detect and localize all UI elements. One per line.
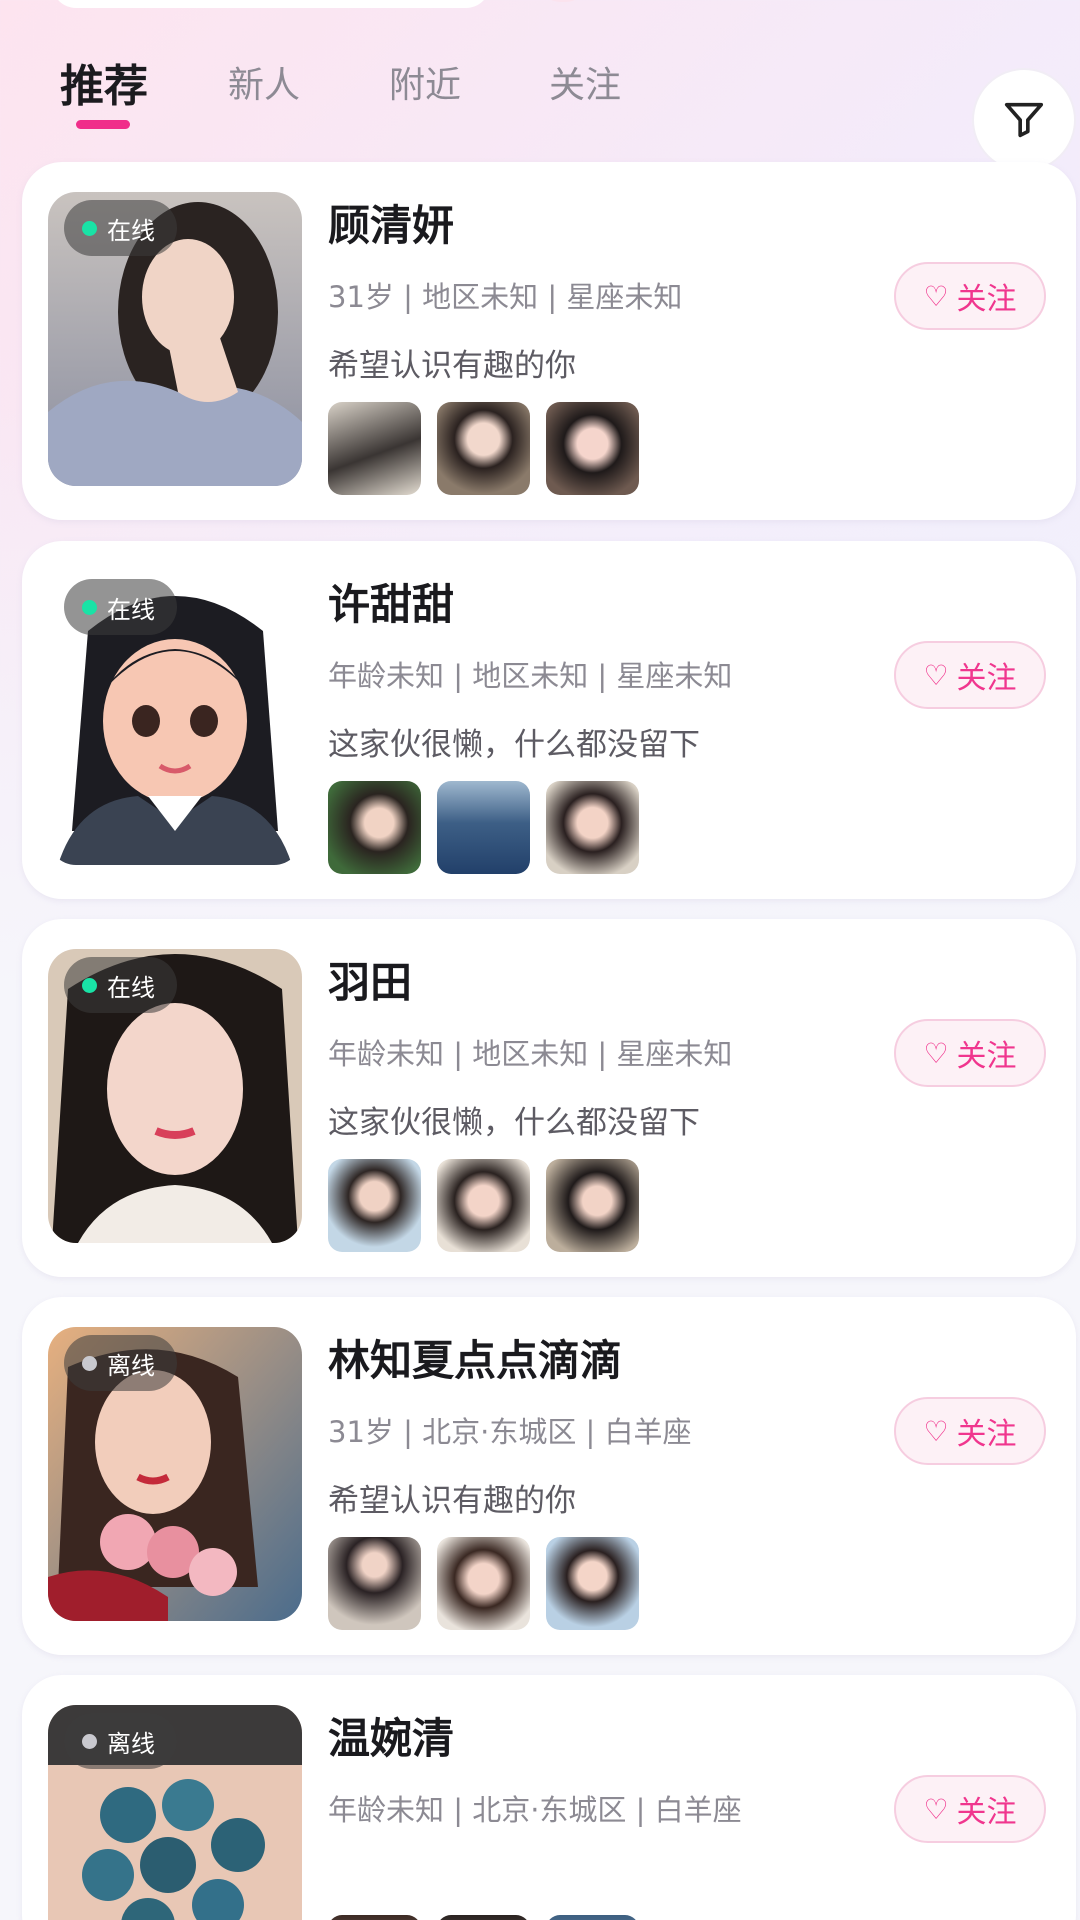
photo-thumbnail[interactable] <box>437 1159 530 1252</box>
avatar[interactable]: 在线 <box>48 192 302 486</box>
follow-button[interactable]: ♡ 关注 <box>894 1397 1046 1465</box>
heart-icon: ♡ <box>923 1792 949 1826</box>
photo-strip <box>328 1537 639 1630</box>
follow-label: 关注 <box>956 1039 1017 1074</box>
photo-thumbnail[interactable] <box>546 402 639 495</box>
filter-button[interactable] <box>972 68 1076 172</box>
photo-thumbnail[interactable] <box>546 1915 639 1920</box>
user-card[interactable]: 在线 顾清妍 31岁 | 地区未知 | 星座未知 希望认识有趣的你 ♡ 关注 <box>22 162 1076 520</box>
avatar[interactable]: 在线 <box>48 571 302 865</box>
status-label: 离线 <box>107 1729 155 1758</box>
user-bio: 希望认识有趣的你 <box>328 348 576 384</box>
tab-newcomers[interactable]: 新人 <box>228 56 300 108</box>
photo-thumbnail[interactable] <box>437 1537 530 1630</box>
avatar[interactable]: 在线 <box>48 949 302 1243</box>
status-badge: 离线 <box>64 1335 177 1391</box>
user-name: 林知夏点点滴滴 <box>328 1336 623 1385</box>
heart-icon: ♡ <box>923 1414 949 1448</box>
status-badge: 在线 <box>64 957 177 1013</box>
status-badge: 在线 <box>64 200 177 256</box>
user-card[interactable]: 在线 羽田 年龄未知 | 地区未知 | 星座未知 这家伙很懒，什么都没留下 ♡ … <box>22 919 1076 1277</box>
user-bio: 这家伙很懒，什么都没留下 <box>328 1105 700 1141</box>
user-info: 年龄未知 | 地区未知 | 星座未知 <box>328 1037 733 1071</box>
status-badge: 离线 <box>64 1713 177 1769</box>
user-bio: 希望认识有趣的你 <box>328 1483 576 1519</box>
photo-thumbnail[interactable] <box>328 781 421 874</box>
user-card[interactable]: 在线 许甜甜 年龄未知 | 地区未知 | 星座未知 这家伙很懒，什么都没留下 ♡… <box>22 541 1076 899</box>
photo-thumbnail[interactable] <box>437 402 530 495</box>
offline-dot-icon <box>82 1733 97 1749</box>
follow-button[interactable]: ♡ 关注 <box>894 262 1046 330</box>
follow-label: 关注 <box>956 1795 1017 1830</box>
tab-bar: 推荐 新人 附近 关注 <box>0 40 1080 172</box>
user-name: 温婉清 <box>328 1714 455 1763</box>
photo-thumbnail[interactable] <box>437 781 530 874</box>
follow-button[interactable]: ♡ 关注 <box>894 1019 1046 1087</box>
tab-following[interactable]: 关注 <box>549 56 621 108</box>
follow-label: 关注 <box>956 282 1017 317</box>
follow-button[interactable]: ♡ 关注 <box>894 1775 1046 1843</box>
user-name: 顾清妍 <box>328 201 455 250</box>
heart-icon: ♡ <box>923 1036 949 1070</box>
photo-thumbnail[interactable] <box>328 402 421 495</box>
follow-label: 关注 <box>956 661 1017 696</box>
status-label: 在线 <box>107 595 155 624</box>
photo-thumbnail[interactable] <box>546 781 639 874</box>
status-label: 在线 <box>107 973 155 1002</box>
user-info: 年龄未知 | 北京·东城区 | 白羊座 <box>328 1793 742 1827</box>
tab-active-indicator <box>76 120 130 129</box>
photo-strip <box>328 1159 639 1252</box>
user-info: 31岁 | 北京·东城区 | 白羊座 <box>328 1415 692 1449</box>
user-card[interactable]: 离线 温婉清 年龄未知 | 北京·东城区 | 白羊座 ♡ 关注 <box>22 1675 1076 1920</box>
photo-thumbnail[interactable] <box>328 1159 421 1252</box>
tab-nearby[interactable]: 附近 <box>389 56 461 108</box>
follow-button[interactable]: ♡ 关注 <box>894 641 1046 709</box>
photo-strip <box>328 402 639 495</box>
user-name: 羽田 <box>328 958 413 1007</box>
offline-dot-icon <box>82 1355 97 1371</box>
avatar[interactable]: 离线 <box>48 1327 302 1621</box>
online-dot-icon <box>82 599 97 615</box>
top-action-button[interactable] <box>540 0 586 2</box>
tab-recommend[interactable]: 推荐 <box>60 50 148 114</box>
status-label: 离线 <box>107 1351 155 1380</box>
follow-label: 关注 <box>956 1417 1017 1452</box>
user-info: 31岁 | 地区未知 | 星座未知 <box>328 280 683 314</box>
photo-thumbnail[interactable] <box>546 1159 639 1252</box>
heart-icon: ♡ <box>923 658 949 692</box>
online-dot-icon <box>82 220 97 236</box>
status-label: 在线 <box>107 216 155 245</box>
online-dot-icon <box>82 977 97 993</box>
heart-icon: ♡ <box>923 279 949 313</box>
photo-strip <box>328 781 639 874</box>
avatar[interactable]: 离线 <box>48 1705 302 1920</box>
search-bar[interactable] <box>52 0 490 8</box>
user-name: 许甜甜 <box>328 580 455 629</box>
user-info: 年龄未知 | 地区未知 | 星座未知 <box>328 659 733 693</box>
photo-thumbnail[interactable] <box>546 1537 639 1630</box>
photo-thumbnail[interactable] <box>328 1537 421 1630</box>
funnel-icon <box>1004 102 1044 138</box>
user-card[interactable]: 离线 林知夏点点滴滴 31岁 | 北京·东城区 | 白羊座 希望认识有趣的你 ♡… <box>22 1297 1076 1655</box>
photo-thumbnail[interactable] <box>328 1915 421 1920</box>
photo-strip <box>328 1915 639 1920</box>
status-badge: 在线 <box>64 579 177 635</box>
photo-thumbnail[interactable] <box>437 1915 530 1920</box>
user-bio: 这家伙很懒，什么都没留下 <box>328 727 700 763</box>
